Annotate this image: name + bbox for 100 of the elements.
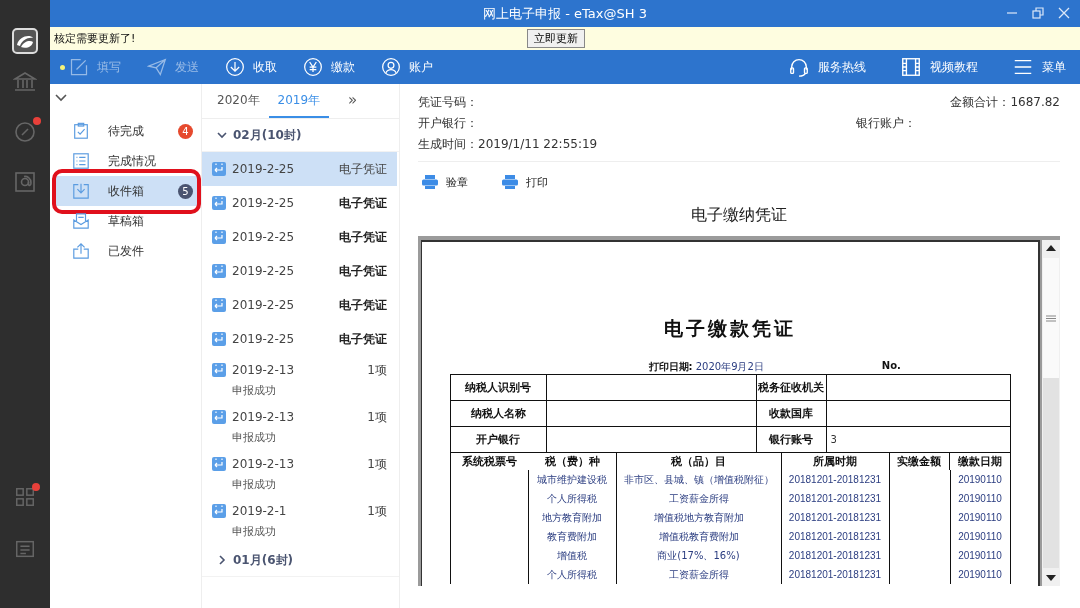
logo-icon: [12, 28, 38, 54]
printer-icon: [422, 175, 438, 189]
document-title: 电子缴纳凭证: [690, 205, 788, 226]
message-item[interactable]: 2019-2-25 电子凭证: [202, 254, 397, 288]
edit-icon: [69, 57, 89, 77]
table-cell: 教育费附加: [528, 527, 617, 546]
nav-item[interactable]: 待完成 4: [56, 116, 197, 146]
mail-icon[interactable]: [13, 170, 37, 194]
message-icon: [212, 410, 226, 424]
inbox-icon: [72, 182, 90, 200]
scroll-up-icon[interactable]: [1046, 244, 1056, 252]
field-label: 开户银行：: [418, 115, 478, 132]
scroll-down-icon[interactable]: [1046, 574, 1056, 582]
chevron-down-icon[interactable]: [55, 94, 67, 102]
headset-icon: [788, 56, 810, 78]
column-header: 系统税票号: [461, 454, 518, 470]
draft-icon: [72, 212, 90, 230]
list-icon[interactable]: [14, 538, 36, 560]
table-cell: 地方教育附加: [528, 508, 617, 527]
upload-icon: [72, 242, 90, 260]
column-header: 所属时期: [781, 453, 890, 470]
table-cell: 税务征收机关: [756, 375, 827, 400]
table-cell: 20181201-20181231: [781, 546, 890, 565]
table-cell: 开户银行: [450, 427, 547, 452]
message-item[interactable]: 2019-2-13 1项 申报成功: [202, 450, 397, 497]
message-item[interactable]: 2019-2-25 电子凭证: [202, 186, 397, 220]
print-date: 打印日期: 2020年9月2日: [648, 360, 764, 374]
message-item[interactable]: 2019-2-13 1项 申报成功: [202, 356, 397, 403]
action-button[interactable]: 验章: [422, 171, 468, 193]
bank-icon[interactable]: [13, 70, 37, 94]
message-item[interactable]: 2019-2-25 电子凭证: [202, 220, 397, 254]
toolbar-button[interactable]: 缴款: [303, 57, 355, 77]
table-cell: 收款国库: [756, 401, 827, 426]
table-cell: 商业(17%、16%): [616, 546, 782, 565]
voucher-title: 电子缴款凭证: [664, 316, 796, 341]
table-cell: 3: [830, 434, 837, 445]
table-cell: 20181201-20181231: [781, 565, 890, 584]
table-cell: 纳税人识别号: [450, 375, 547, 400]
message-item[interactable]: 2019-2-1 1项 申报成功: [202, 497, 397, 544]
table-cell: 20181201-20181231: [781, 489, 890, 508]
month-group-header[interactable]: 01月(6封): [202, 544, 399, 577]
table-cell: 银行账号: [756, 427, 827, 452]
table-cell: 非市区、县城、镇（增值税附征）: [616, 470, 782, 489]
message-item[interactable]: 2019-2-13 1项 申报成功: [202, 403, 397, 450]
message-item[interactable]: 2019-2-25 电子凭证: [202, 152, 397, 186]
clipboard-icon: [72, 122, 90, 140]
message-icon: [212, 264, 226, 278]
toolbar-button[interactable]: 菜单: [1012, 56, 1066, 78]
close-icon[interactable]: [1058, 7, 1070, 19]
message-icon: [212, 196, 226, 210]
message-item[interactable]: 2019-2-25 电子凭证: [202, 288, 397, 322]
field-label: 银行账户：: [856, 115, 916, 132]
nav-item[interactable]: 草稿箱: [56, 206, 197, 236]
next-button[interactable]: »: [339, 84, 367, 118]
toolbar-button[interactable]: 视频教程: [900, 56, 978, 78]
printer-icon: [502, 175, 518, 189]
message-icon: [212, 230, 226, 244]
table-cell: 20190110: [949, 565, 1010, 584]
send-icon: [147, 57, 167, 77]
restore-icon[interactable]: [1032, 7, 1044, 19]
message-item[interactable]: 2019-2-25 电子凭证: [202, 322, 397, 356]
message-icon: [212, 162, 226, 176]
table-cell: 城市维护建设税: [528, 470, 617, 489]
scroll-thumb[interactable]: [1043, 258, 1059, 378]
grid-icon[interactable]: [14, 486, 36, 508]
year-tab[interactable]: 2019年: [268, 84, 330, 118]
table-cell: 个人所得税: [528, 489, 617, 508]
table-cell: 20181201-20181231: [781, 508, 890, 527]
yen-icon: [303, 57, 323, 77]
created-time: 生成时间：2019/1/11 22:55:19: [418, 136, 598, 153]
message-icon: [212, 504, 226, 518]
column-header: 税（费）种: [528, 453, 617, 470]
nav-item[interactable]: 已发件: [56, 236, 197, 266]
number-label: No.: [881, 360, 901, 373]
scrollbar[interactable]: [1042, 240, 1060, 586]
table-cell: 增值税教育费附加: [616, 527, 782, 546]
update-button[interactable]: 立即更新: [527, 29, 585, 48]
toolbar-button[interactable]: 收取: [225, 57, 277, 77]
count-badge: 5: [178, 183, 193, 199]
message-icon: [212, 363, 226, 377]
user-icon: [381, 57, 401, 77]
table-cell: 20190110: [949, 470, 1010, 489]
year-tab[interactable]: 2020年: [208, 84, 269, 118]
compass-icon[interactable]: [13, 120, 37, 144]
table-cell: 纳税人名称: [450, 401, 547, 426]
table-cell: 20190110: [949, 546, 1010, 565]
toolbar-button[interactable]: 账户: [381, 57, 433, 77]
table-cell: 20190110: [949, 489, 1010, 508]
table-cell: 工资薪金所得: [616, 489, 782, 508]
nav-item[interactable]: 收件箱 5: [56, 176, 197, 206]
column-header: 税（品）目: [616, 453, 782, 470]
toolbar-button[interactable]: 服务热线: [788, 56, 866, 78]
total-amount: 金额合计：1687.82: [950, 94, 1060, 111]
film-icon: [900, 56, 922, 78]
nav-item[interactable]: 完成情况: [56, 146, 197, 176]
count-badge: 4: [178, 123, 193, 139]
chevron-icon: [217, 555, 227, 565]
table-cell: 20190110: [949, 508, 1010, 527]
action-button[interactable]: 打印: [502, 171, 548, 193]
column-header: 实缴金额: [889, 453, 950, 470]
